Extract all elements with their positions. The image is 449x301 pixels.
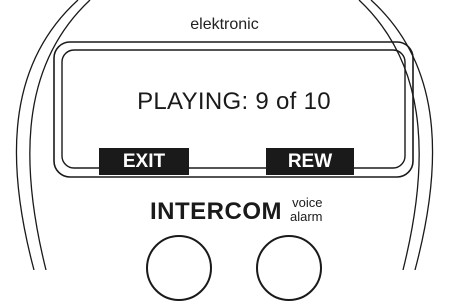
exit-softkey[interactable]: EXIT [99,148,189,175]
brand-logo-sub-line1: voice [292,195,323,210]
rew-softkey-label: REW [287,151,333,172]
bezel-right-outer [370,0,434,270]
bezel-right-inner [358,0,420,270]
rew-softkey[interactable]: REW [266,148,354,175]
playing-status-text: PLAYING: 9 of 10 [137,88,331,115]
left-button[interactable] [146,235,212,301]
right-button[interactable] [256,235,322,301]
brand-logo-main: INTERCOM [150,198,282,225]
brand-logo-sub-line2: alarm [290,209,323,224]
bezel-left-inner [29,0,91,270]
exit-softkey-label: EXIT [122,151,166,172]
brand-logo-sub: voice alarm [290,196,323,224]
device-outline [15,0,434,270]
brand-logo: INTERCOM voice alarm [150,196,323,226]
bezel-left-outer [15,0,79,270]
brand-top-label: elektronic [190,16,259,33]
